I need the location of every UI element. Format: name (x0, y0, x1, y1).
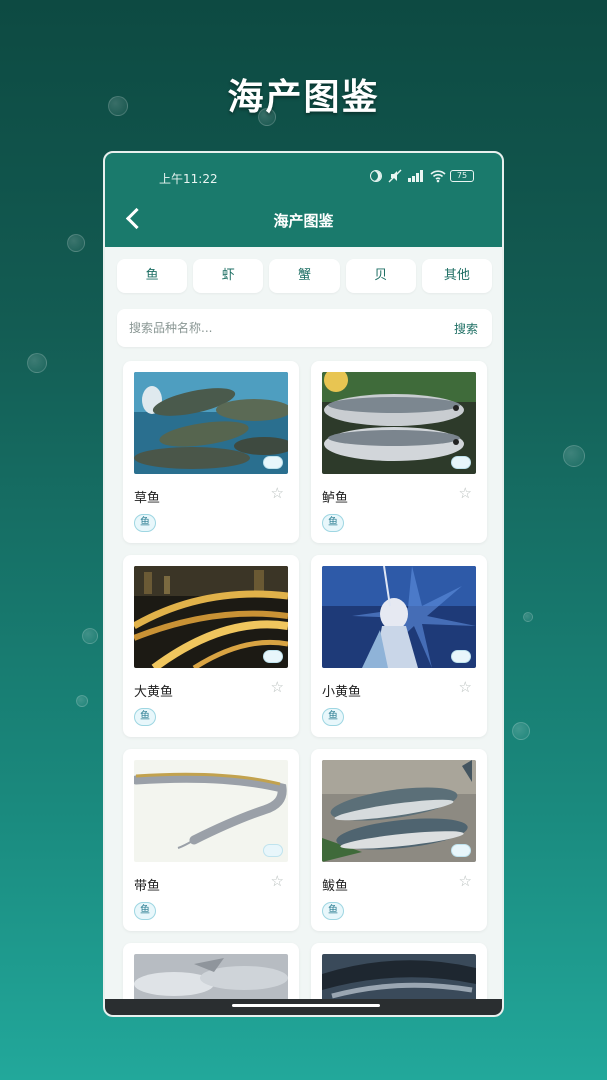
status-time: 上午11:22 (159, 172, 218, 186)
species-name: 鲅鱼 (322, 879, 349, 894)
status-icons: 75 (370, 169, 474, 183)
species-name: 鲈鱼 (322, 491, 349, 506)
category-tag: 鱼 (134, 902, 156, 920)
bubble-decoration (27, 353, 47, 373)
mute-icon (388, 169, 402, 183)
bubble-decoration (82, 628, 98, 644)
tab-fish[interactable]: 鱼 (117, 259, 188, 293)
tab-crab[interactable]: 蟹 (269, 259, 340, 293)
species-image (134, 760, 288, 862)
species-image (134, 372, 288, 474)
image-toggle-icon (451, 650, 471, 663)
status-bar: 上午11:22 75 (105, 167, 502, 187)
species-card[interactable]: 鲈鱼 ☆ 鱼 (311, 361, 487, 543)
species-card[interactable]: 鲅鱼 ☆ 鱼 (311, 749, 487, 931)
tab-other[interactable]: 其他 (421, 259, 493, 293)
favorite-star-icon[interactable]: ☆ (459, 678, 472, 696)
bubble-decoration (523, 612, 533, 622)
bubble-decoration (512, 722, 530, 740)
bubble-decoration (67, 234, 85, 252)
signal-icon (408, 170, 424, 182)
favorite-star-icon[interactable]: ☆ (271, 484, 284, 502)
search-input[interactable] (129, 309, 429, 347)
species-image (134, 566, 288, 668)
species-image (322, 954, 476, 1003)
category-tag: 鱼 (322, 514, 344, 532)
species-image (322, 372, 476, 474)
category-tag: 鱼 (134, 708, 156, 726)
favorite-star-icon[interactable]: ☆ (459, 484, 472, 502)
bubble-decoration (563, 445, 585, 467)
bubble-decoration (76, 695, 88, 707)
navigation-bar (105, 999, 502, 1015)
category-tag: 鱼 (322, 708, 344, 726)
favorite-star-icon[interactable]: ☆ (459, 872, 472, 890)
image-toggle-icon (451, 844, 471, 857)
species-image (322, 566, 476, 668)
species-card[interactable]: 小黄鱼 ☆ 鱼 (311, 555, 487, 737)
category-tag: 鱼 (134, 514, 156, 532)
image-toggle-icon (451, 456, 471, 469)
app-header: 上午11:22 75 海产图鉴 (105, 153, 502, 247)
search-button[interactable]: 搜索 (454, 320, 478, 337)
species-name: 小黄鱼 (322, 685, 362, 700)
wifi-icon (430, 169, 446, 183)
do-not-disturb-icon (370, 170, 382, 182)
category-tabs: 鱼 虾 蟹 贝 其他 (117, 259, 493, 293)
species-card[interactable]: 草鱼 ☆ 鱼 (123, 361, 299, 543)
species-card[interactable]: 大黄鱼 ☆ 鱼 (123, 555, 299, 737)
promo-title: 海产图鉴 (227, 77, 380, 118)
image-toggle-icon (263, 650, 283, 663)
image-toggle-icon (263, 456, 283, 469)
favorite-star-icon[interactable]: ☆ (271, 872, 284, 890)
species-card[interactable]: 带鱼 ☆ 鱼 (123, 749, 299, 931)
battery-icon: 75 (450, 170, 474, 182)
search-bar: 搜索 (117, 309, 492, 347)
species-name: 草鱼 (134, 491, 161, 506)
tab-shrimp[interactable]: 虾 (193, 259, 264, 293)
image-toggle-icon (263, 844, 283, 857)
tab-shellfish[interactable]: 贝 (345, 259, 416, 293)
favorite-star-icon[interactable]: ☆ (271, 678, 284, 696)
species-card-partial[interactable] (123, 943, 299, 1003)
species-name: 带鱼 (134, 879, 161, 894)
home-indicator[interactable] (232, 1004, 380, 1007)
page-title: 海产图鉴 (273, 212, 334, 230)
species-image (322, 760, 476, 862)
species-image (134, 954, 288, 1003)
species-card-partial[interactable] (311, 943, 487, 1003)
phone-frame: 上午11:22 75 海产图鉴 鱼 虾 蟹 贝 其他 搜索品种名称... 搜索 … (103, 151, 504, 1017)
species-name: 大黄鱼 (134, 685, 174, 700)
category-tag: 鱼 (322, 902, 344, 920)
